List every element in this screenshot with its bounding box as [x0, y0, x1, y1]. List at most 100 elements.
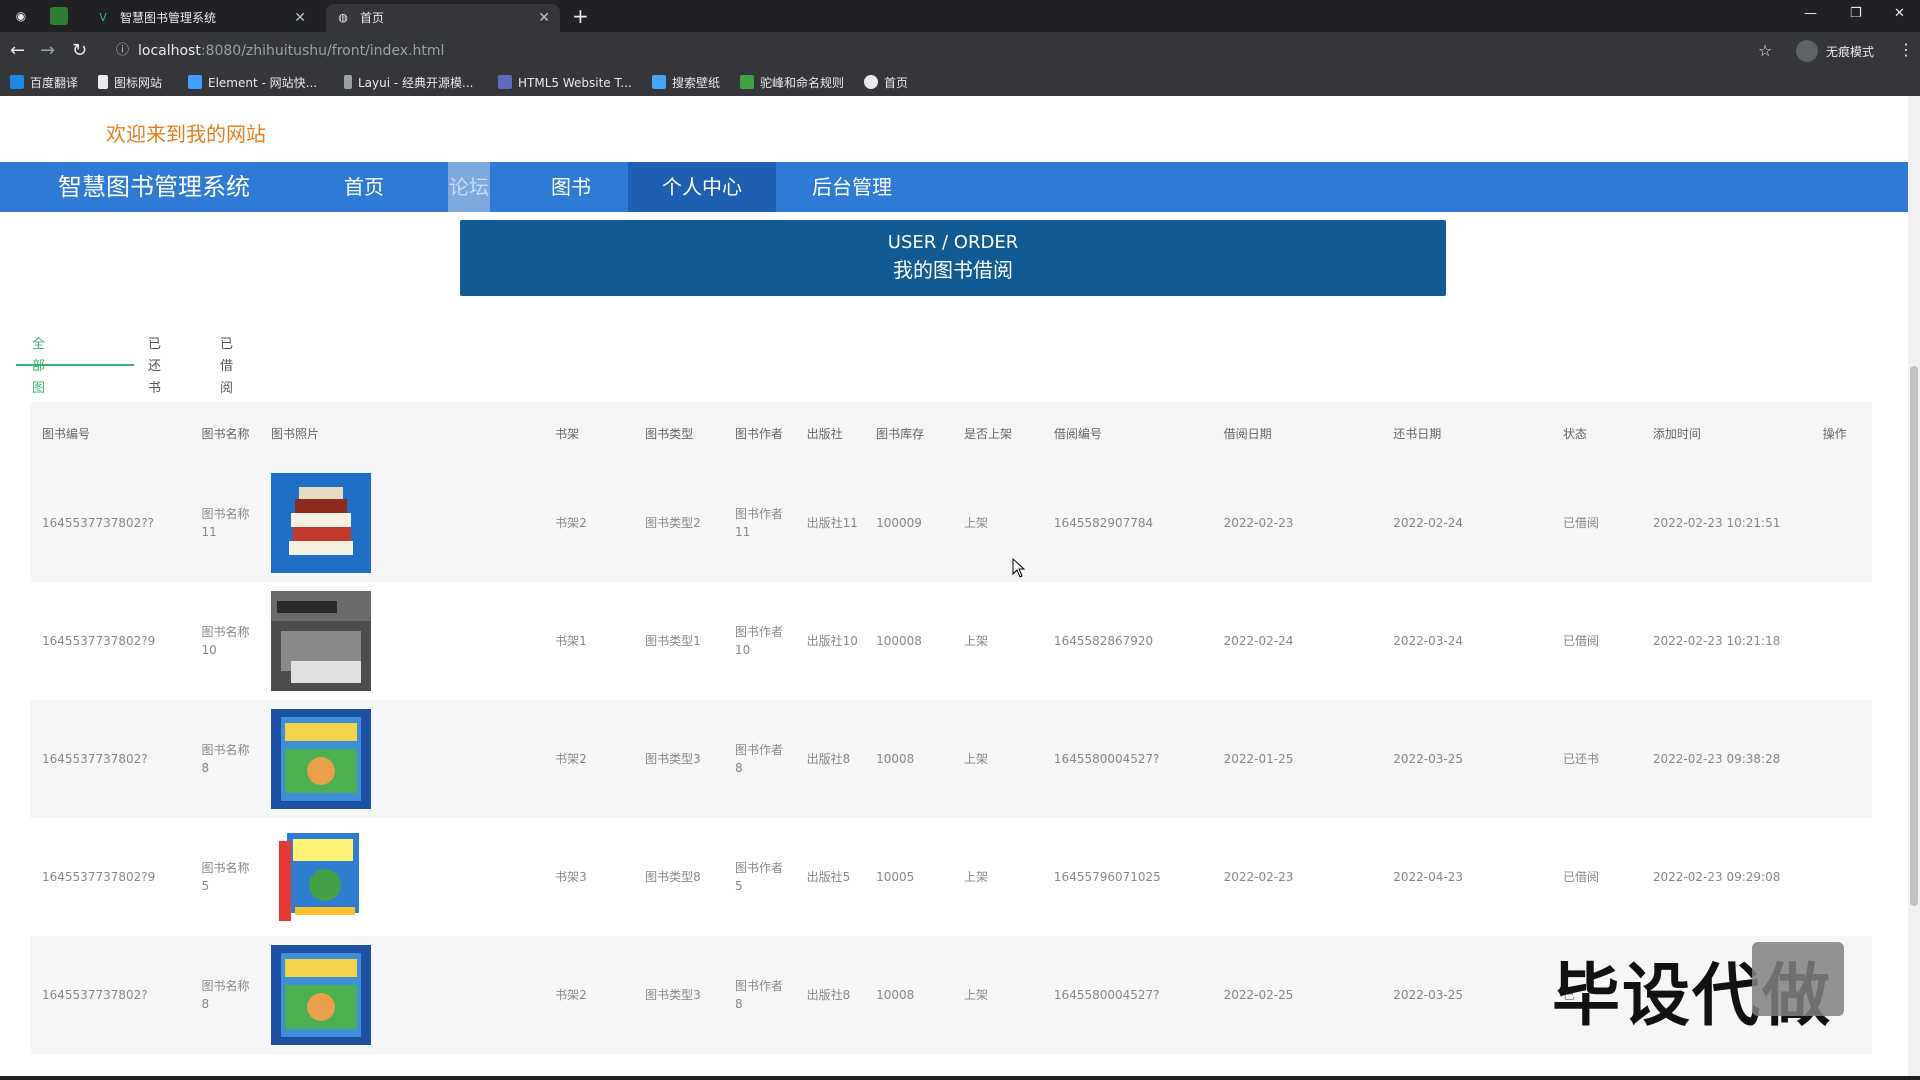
- nav-personal-center[interactable]: 个人中心: [628, 162, 776, 212]
- cell-book-number: 1645537737802?: [30, 936, 190, 1054]
- table-row: 1645537737802? 图书名称8 书架2 图书类型3 图书作者8 出版社8 1000…: [30, 700, 1872, 818]
- cell-borrow-status: 已借阅: [1562, 870, 1599, 884]
- bookmark-item[interactable]: 图标网站: [98, 75, 162, 91]
- cell-return-date: 2022-03-24: [1393, 634, 1464, 648]
- cell-publisher: 出版社8: [794, 936, 865, 1054]
- cell-book-author: 图书作者5: [735, 861, 784, 893]
- col-header: 借阅编号: [1041, 402, 1212, 464]
- book-cover-image[interactable]: [270, 473, 371, 573]
- cell-stock: 10008: [864, 700, 952, 818]
- col-header: 借阅日期: [1211, 402, 1382, 464]
- cell-book-author: 图书作者11: [723, 464, 795, 582]
- cell-shelf: 书架3: [555, 870, 587, 884]
- cell-stock: 10005: [876, 870, 915, 884]
- cell-publisher: 出版社8: [794, 700, 865, 818]
- col-header: 图书作者: [723, 402, 795, 464]
- cell-book-number: 1645537737802?9: [42, 870, 156, 884]
- book-cover-image[interactable]: [270, 945, 371, 1045]
- cell-book-name: 图书名称11: [189, 464, 259, 582]
- cell-book-type: 图书类型8: [645, 870, 701, 884]
- cell-actions: [1810, 464, 1872, 582]
- mouse-cursor-icon: [1012, 558, 1026, 578]
- book-cover-image[interactable]: [270, 709, 371, 809]
- bookmark-item[interactable]: Element - 网站快...: [188, 75, 317, 91]
- nav-admin[interactable]: 后台管理: [796, 162, 908, 212]
- cell-borrow-number: 16455796071025: [1053, 870, 1161, 884]
- close-window-icon[interactable]: ✕: [1894, 6, 1905, 21]
- cell-return-date: 2022-04-23: [1393, 870, 1464, 884]
- book-cover-image[interactable]: [270, 827, 371, 927]
- cell-added-time: 2022-02-23 10:21:18: [1652, 634, 1781, 648]
- col-header: 图书照片: [258, 402, 544, 464]
- welcome-text: 欢迎来到我的网站: [106, 122, 266, 146]
- banner-title-zh: 我的图书借阅: [893, 258, 1013, 282]
- col-header: 书架: [543, 402, 634, 464]
- cell-publisher: 出版社11: [794, 464, 865, 582]
- cell-stock: 10008: [864, 936, 952, 1054]
- cell-publisher: 出版社5: [806, 870, 851, 884]
- nav-home[interactable]: 首页: [326, 162, 402, 212]
- cell-book-author: 图书作者10: [735, 625, 784, 657]
- restore-icon[interactable]: ❐: [1850, 6, 1862, 21]
- cell-added-time: 2022-02-23 09:29:08: [1652, 870, 1781, 884]
- table-header-row: 图书编号 图书名称 图书照片 书架 图书类型 图书作者 出版社 图书库存 是否上…: [30, 402, 1872, 464]
- nav-forum[interactable]: 论坛: [448, 162, 490, 212]
- back-icon[interactable]: ←: [10, 40, 25, 62]
- bookmark-item[interactable]: Layui - 经典开源模...: [344, 75, 473, 91]
- cell-book-type: 图书类型3: [633, 700, 724, 818]
- globe-icon: [864, 75, 878, 89]
- book-cover-image[interactable]: [270, 591, 371, 691]
- cell-return-date: 2022-02-24: [1381, 464, 1551, 582]
- reload-icon[interactable]: ↻: [72, 40, 87, 62]
- address-bar[interactable]: ⓘ localhost:8080/zhihuitushu/front/index…: [108, 37, 1788, 65]
- cell-book-name: 图书名称8: [189, 700, 259, 818]
- bookmark-item[interactable]: 搜索壁纸: [652, 75, 720, 91]
- scrollbar-thumb[interactable]: [1910, 366, 1918, 906]
- cell-book-cover: [258, 936, 544, 1054]
- bookmark-item[interactable]: 驼峰和命名规则: [740, 75, 844, 91]
- nav-books[interactable]: 图书: [536, 162, 606, 212]
- cell-listed-status: 上架: [963, 870, 988, 884]
- camel-icon: [740, 75, 754, 89]
- cell-book-cover: [258, 464, 544, 582]
- bookmark-item[interactable]: HTML5 Website T...: [498, 75, 632, 91]
- translate-icon: [10, 75, 24, 89]
- more-menu-icon[interactable]: ⋮: [1898, 40, 1914, 59]
- cell-book-type: 图书类型1: [645, 634, 701, 648]
- browser-tab-2[interactable]: ◍ 首页 ✕: [326, 4, 560, 32]
- cell-borrow-date: 2022-01-25: [1211, 700, 1382, 818]
- browser-tab-1[interactable]: V 智慧图书管理系统 ✕: [86, 4, 316, 32]
- bookmark-star-icon[interactable]: ☆: [1758, 41, 1772, 60]
- cell-borrow-date: 2022-02-23: [1223, 870, 1294, 884]
- tab-search-icon[interactable]: [50, 7, 68, 25]
- brand-title[interactable]: 智慧图书管理系统: [58, 162, 250, 212]
- cell-listed-status: 上架: [951, 700, 1042, 818]
- close-tab-icon[interactable]: ✕: [294, 4, 306, 32]
- wallpaper-icon: [652, 75, 666, 89]
- tab-title: 智慧图书管理系统: [120, 11, 217, 25]
- bookmark-item[interactable]: 首页: [864, 75, 908, 91]
- main-nav: 智慧图书管理系统 首页 论坛 图书 个人中心 后台管理: [0, 162, 1908, 212]
- browser-menu-icon[interactable]: ◉: [12, 7, 30, 25]
- bookmarks-bar: 百度翻译 图标网站 Element - 网站快... Layui - 经典开源模…: [0, 70, 1920, 96]
- new-tab-button[interactable]: +: [572, 4, 589, 28]
- forward-icon[interactable]: →: [40, 40, 55, 62]
- table-row: 1645537737802?9 图书名称10 书架1 图书类型1 图书作者10 出版社10…: [30, 582, 1872, 700]
- bookmark-item[interactable]: 百度翻译: [10, 75, 78, 91]
- browser-tab-strip: ◉ V 智慧图书管理系统 ✕ ◍ 首页 ✕ + — ❐ ✕: [0, 0, 1920, 32]
- html5-icon: [498, 75, 512, 89]
- cell-borrow-status: 已还书: [1550, 700, 1641, 818]
- cell-actions: [1811, 818, 1872, 936]
- cell-borrow-date: 2022-02-23: [1211, 464, 1382, 582]
- layui-icon: [344, 75, 352, 89]
- minimize-icon[interactable]: —: [1804, 6, 1817, 21]
- close-tab-icon[interactable]: ✕: [538, 4, 550, 32]
- tab-returned[interactable]: 已还书: [148, 334, 161, 400]
- site-info-icon[interactable]: ⓘ: [116, 37, 129, 65]
- incognito-icon[interactable]: [1796, 40, 1818, 62]
- cell-borrow-number: 1645580004527?: [1041, 936, 1212, 1054]
- tab-borrowed[interactable]: 已借阅: [220, 334, 233, 400]
- cell-book-name: 图书名称5: [201, 861, 250, 893]
- cell-actions: [1811, 582, 1872, 700]
- browser-toolbar: ← → ↻ ⓘ localhost:8080/zhihuitushu/front…: [0, 32, 1920, 70]
